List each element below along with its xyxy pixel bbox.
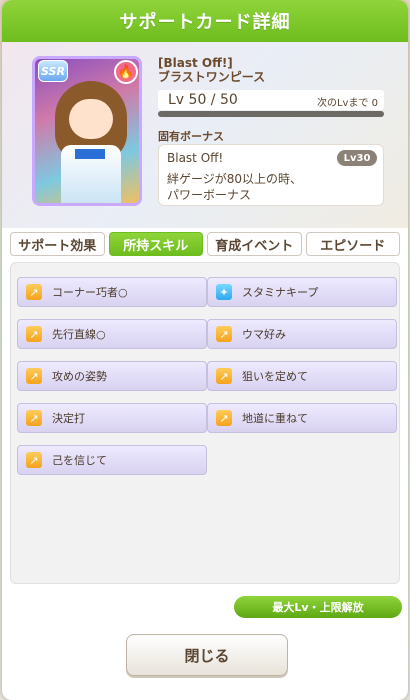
skill-name: スタミナキープ xyxy=(242,286,319,299)
character-face xyxy=(69,99,113,139)
dialog-title: サポートカード詳細 xyxy=(2,0,408,42)
skill-name: 地道に重ねて xyxy=(242,412,308,425)
skill-name: ウマ好み xyxy=(242,328,286,341)
skill-name: 先行直線○ xyxy=(52,328,106,341)
speed-skill-icon: ↗ xyxy=(216,410,232,426)
level-box: Lv 50 / 50 次のLvまで 0 xyxy=(158,90,384,110)
speed-skill-icon: ↗ xyxy=(26,326,42,342)
skill-item[interactable]: ✦ スタミナキープ xyxy=(207,277,397,307)
rarity-badge: SSR xyxy=(38,60,68,82)
skill-name: 攻めの姿勢 xyxy=(52,370,107,383)
skill-item[interactable]: ↗ 先行直線○ xyxy=(17,319,207,349)
skill-item[interactable]: ↗ コーナー巧者○ xyxy=(17,277,207,307)
speed-skill-icon: ↗ xyxy=(26,368,42,384)
bonus-unlock-level-badge: Lv30 xyxy=(337,150,377,166)
max-level-unlock-button[interactable]: 最大Lv・上限解放 xyxy=(234,596,402,618)
skill-name: 狙いを定めて xyxy=(242,370,308,383)
speed-skill-icon: ↗ xyxy=(216,326,232,342)
skill-name: 己を信じて xyxy=(52,454,107,467)
bonus-description: 絆ゲージが80以上の時、 パワーボーナス xyxy=(167,171,302,203)
close-button[interactable]: 閉じる xyxy=(126,634,288,676)
level-progress-fill xyxy=(158,111,384,117)
tab-training-events[interactable]: 育成イベント xyxy=(207,232,302,256)
speed-skill-icon: ↗ xyxy=(216,368,232,384)
bonus-description-line-2: パワーボーナス xyxy=(167,188,252,202)
tab-episode[interactable]: エピソード xyxy=(305,232,400,256)
bonus-name: Blast Off! xyxy=(167,151,224,165)
speed-skill-icon: ↗ xyxy=(26,452,42,468)
skill-name: 決定打 xyxy=(52,412,85,425)
skill-item[interactable]: ↗ 狙いを定めて xyxy=(207,361,397,391)
tab-owned-skills[interactable]: 所持スキル xyxy=(108,232,203,256)
skill-item[interactable]: ↗ ウマ好み xyxy=(207,319,397,349)
card-name-en: [Blast Off!] xyxy=(158,56,233,70)
skill-item[interactable]: ↗ 決定打 xyxy=(17,403,207,433)
skill-item[interactable]: ↗ 己を信じて xyxy=(17,445,207,475)
stamina-skill-icon: ✦ xyxy=(216,284,232,300)
speed-skill-icon: ↗ xyxy=(26,410,42,426)
character-ribbon xyxy=(75,149,105,159)
skills-list: ↗ コーナー巧者○ ✦ スタミナキープ ↗ 先行直線○ ↗ ウマ好み ↗ 攻めの… xyxy=(10,262,400,584)
speed-skill-icon: ↗ xyxy=(26,284,42,300)
card-name-jp: ブラストワンピース xyxy=(158,70,266,84)
level-text: Lv 50 / 50 xyxy=(168,92,238,108)
next-level-text: 次のLvまで 0 xyxy=(316,98,378,109)
detail-tabs: サポート効果 所持スキル 育成イベント エピソード xyxy=(10,232,400,256)
level-progress-bar xyxy=(158,111,384,117)
fire-icon: 🔥 xyxy=(114,60,138,84)
skill-item[interactable]: ↗ 地道に重ねて xyxy=(207,403,397,433)
unique-bonus-label: 固有ボーナス xyxy=(158,130,224,143)
skill-name: コーナー巧者○ xyxy=(52,286,128,299)
support-card-detail-dialog: サポートカード詳細 SSR 🔥 [Blast Off!] ブラストワンピース L… xyxy=(2,0,408,700)
tab-support-effect[interactable]: サポート効果 xyxy=(10,232,105,256)
bonus-description-line-1: 絆ゲージが80以上の時、 xyxy=(167,172,303,186)
skill-item[interactable]: ↗ 攻めの姿勢 xyxy=(17,361,207,391)
unique-bonus-box: Blast Off! Lv30 絆ゲージが80以上の時、 パワーボーナス xyxy=(158,144,384,206)
